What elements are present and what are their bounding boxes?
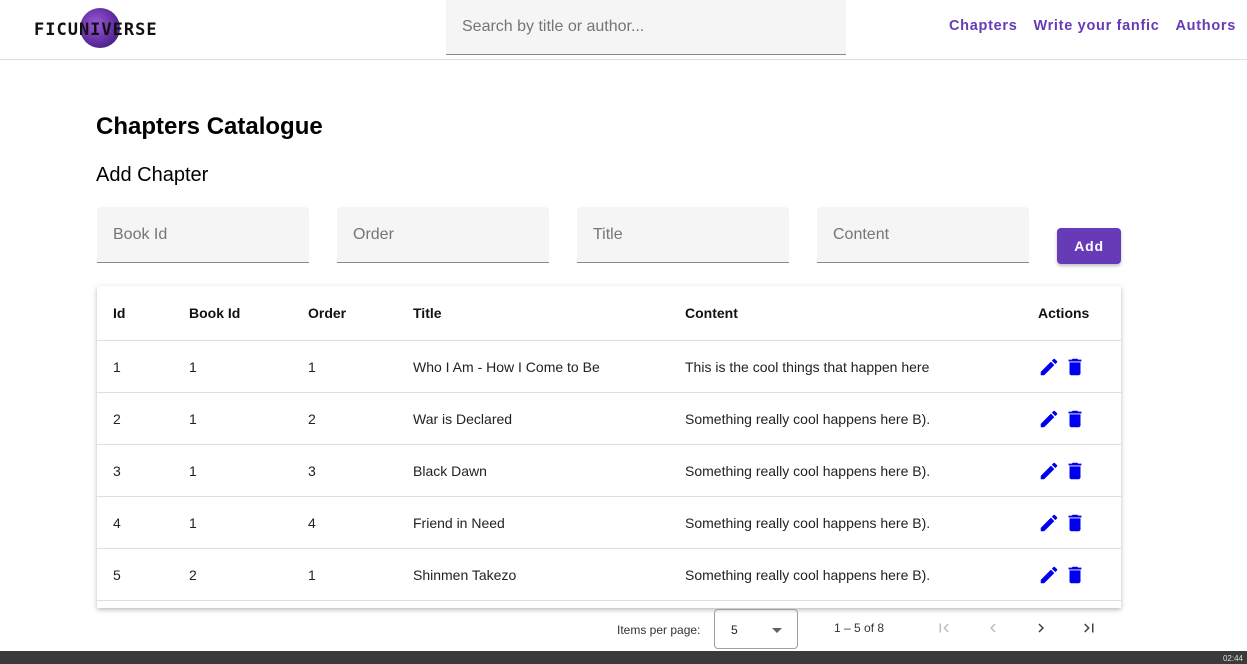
- cell-title: War is Declared: [413, 410, 513, 427]
- dropdown-arrow-icon: [772, 628, 782, 633]
- cell-order: 2: [308, 410, 316, 427]
- next-page-button[interactable]: [1029, 616, 1053, 640]
- delete-button[interactable]: [1064, 356, 1086, 378]
- edit-icon: [1040, 462, 1058, 479]
- cell-book-id: 1: [189, 514, 197, 531]
- book-id-field[interactable]: [97, 207, 309, 263]
- os-taskbar: 02:44: [0, 651, 1247, 664]
- title-input[interactable]: [577, 207, 789, 262]
- page-range-label: 1 – 5 of 8: [834, 621, 885, 635]
- table-row: 5 2 1 Shinmen Takezo Something really cool h…: [97, 549, 1121, 601]
- edit-button[interactable]: [1038, 408, 1060, 430]
- content-input[interactable]: [817, 207, 1029, 262]
- table-row: 2 1 2 War is Declared Something really cool …: [97, 393, 1121, 445]
- table-header-row: Id Book Id Order Title Content Actions: [97, 286, 1121, 341]
- delete-icon: [1068, 462, 1082, 479]
- cell-order: 3: [308, 462, 316, 479]
- paginator: Items per page: 5 1 – 5 of 8: [0, 608, 1247, 650]
- first-page-icon: [939, 623, 949, 633]
- delete-button[interactable]: [1064, 512, 1086, 534]
- content-field[interactable]: [817, 207, 1029, 263]
- cell-book-id: 2: [189, 566, 197, 583]
- row-actions: [1038, 497, 1086, 548]
- chevron-right-icon: [1038, 623, 1044, 633]
- logo[interactable]: FICUNIVERSE: [34, 8, 164, 54]
- taskbar-clock: 02:44: [1222, 654, 1243, 663]
- nav-link-write-fanfic[interactable]: Write your fanfic: [1033, 18, 1159, 34]
- cell-title: Black Dawn: [413, 462, 487, 479]
- row-actions: [1038, 445, 1086, 496]
- add-chapter-heading: Add Chapter: [96, 164, 209, 186]
- first-page-button[interactable]: [932, 616, 956, 640]
- cell-content: Something really cool happens here B).: [685, 566, 931, 583]
- order-field[interactable]: [337, 207, 549, 263]
- cell-content: Something really cool happens here B).: [685, 462, 931, 479]
- edit-button[interactable]: [1038, 512, 1060, 534]
- page-title: Chapters Catalogue: [96, 113, 323, 140]
- edit-icon: [1040, 358, 1058, 375]
- table-row: 3 1 3 Black Dawn Something really cool happe…: [97, 445, 1121, 497]
- row-actions: [1038, 341, 1086, 392]
- cell-id: 4: [113, 514, 121, 531]
- edit-icon: [1040, 514, 1058, 531]
- page-size-select[interactable]: 5: [714, 609, 798, 649]
- delete-button[interactable]: [1064, 460, 1086, 482]
- delete-icon: [1068, 566, 1082, 583]
- cell-content: Something really cool happens here B).: [685, 514, 931, 531]
- edit-button[interactable]: [1038, 460, 1060, 482]
- delete-button[interactable]: [1064, 564, 1086, 586]
- top-toolbar: FICUNIVERSE Chapters Write your fanfic A…: [0, 0, 1247, 60]
- nav-links: Chapters Write your fanfic Authors: [949, 18, 1236, 34]
- search-input[interactable]: [446, 0, 846, 54]
- order-input[interactable]: [337, 207, 549, 262]
- cell-id: 2: [113, 410, 121, 427]
- title-field[interactable]: [577, 207, 789, 263]
- cell-title: Friend in Need: [413, 514, 505, 531]
- row-actions: [1038, 393, 1086, 444]
- cell-book-id: 1: [189, 358, 197, 375]
- column-header-content[interactable]: Content: [685, 286, 738, 340]
- cell-title: Shinmen Takezo: [413, 566, 517, 583]
- column-header-title[interactable]: Title: [413, 286, 442, 340]
- cell-order: 1: [308, 566, 316, 583]
- table-row: 4 1 4 Friend in Need Something really cool h…: [97, 497, 1121, 549]
- previous-page-button[interactable]: [981, 616, 1005, 640]
- table-row: 1 1 1 Who I Am - How I Come to Be This is th…: [97, 341, 1121, 393]
- cell-book-id: 1: [189, 410, 197, 427]
- edit-icon: [1040, 410, 1058, 427]
- cell-content: This is the cool things that happen here: [685, 358, 930, 375]
- cell-content: Something really cool happens here B).: [685, 410, 931, 427]
- cell-order: 4: [308, 514, 316, 531]
- edit-button[interactable]: [1038, 564, 1060, 586]
- chevron-left-icon: [990, 623, 996, 633]
- cell-id: 3: [113, 462, 121, 479]
- book-id-input[interactable]: [97, 207, 309, 262]
- edit-icon: [1040, 566, 1058, 583]
- cell-id: 5: [113, 566, 121, 583]
- cell-id: 1: [113, 358, 121, 375]
- cell-title: Who I Am - How I Come to Be: [413, 358, 600, 375]
- delete-button[interactable]: [1064, 408, 1086, 430]
- column-header-book-id[interactable]: Book Id: [189, 286, 240, 340]
- cell-order: 1: [308, 358, 316, 375]
- column-header-order[interactable]: Order: [308, 286, 346, 340]
- last-page-icon: [1084, 623, 1094, 633]
- cell-book-id: 1: [189, 462, 197, 479]
- delete-icon: [1068, 358, 1082, 375]
- nav-link-authors[interactable]: Authors: [1176, 18, 1236, 34]
- column-header-id[interactable]: Id: [113, 286, 125, 340]
- edit-button[interactable]: [1038, 356, 1060, 378]
- items-per-page-label: Items per page:: [617, 623, 701, 637]
- page-size-value: 5: [731, 623, 738, 637]
- search-field[interactable]: [446, 0, 846, 55]
- delete-icon: [1068, 514, 1082, 531]
- chapters-table: Id Book Id Order Title Content Actions 1…: [97, 286, 1121, 608]
- last-page-button[interactable]: [1077, 616, 1101, 640]
- row-actions: [1038, 549, 1086, 600]
- column-header-actions: Actions: [1038, 305, 1090, 321]
- delete-icon: [1068, 410, 1082, 427]
- nav-link-chapters[interactable]: Chapters: [949, 18, 1017, 34]
- add-button[interactable]: Add: [1057, 228, 1121, 264]
- logo-text: FICUNIVERSE: [34, 20, 158, 40]
